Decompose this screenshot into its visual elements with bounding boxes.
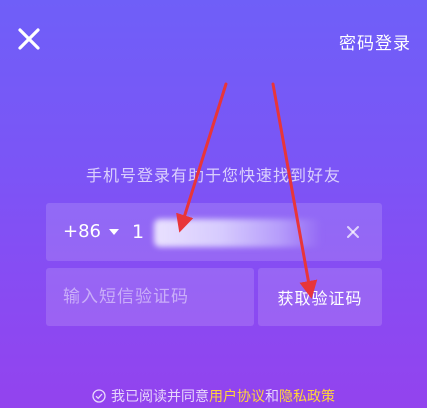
login-screen: 密码登录 手机号登录有助于您快速找到好友 +86 获取验证码 我已阅读并同意 用… [0,0,427,408]
clear-icon[interactable] [346,225,360,239]
login-subtitle: 手机号登录有助于您快速找到好友 [85,166,341,185]
agreement-line: 我已阅读并同意 用户协议 和 隐私政策 [0,386,427,406]
close-icon[interactable] [16,26,42,52]
sms-code-input[interactable] [63,282,243,312]
privacy-policy-link[interactable]: 隐私政策 [279,386,335,406]
sms-code-row [46,268,254,326]
country-code-label: +86 [63,221,101,242]
phone-input-row: +86 [46,203,382,261]
caret-down-icon [109,228,119,235]
agreement-prefix: 我已阅读并同意 [111,389,209,405]
user-agreement-link[interactable]: 用户协议 [209,386,265,406]
agreement-and: 和 [265,389,279,405]
get-code-button[interactable]: 获取验证码 [258,268,382,326]
redacted-phone-digits [154,219,322,247]
country-code-selector[interactable]: +86 [63,221,119,242]
check-circle-icon[interactable] [92,389,106,403]
password-login-link[interactable]: 密码登录 [339,29,411,54]
